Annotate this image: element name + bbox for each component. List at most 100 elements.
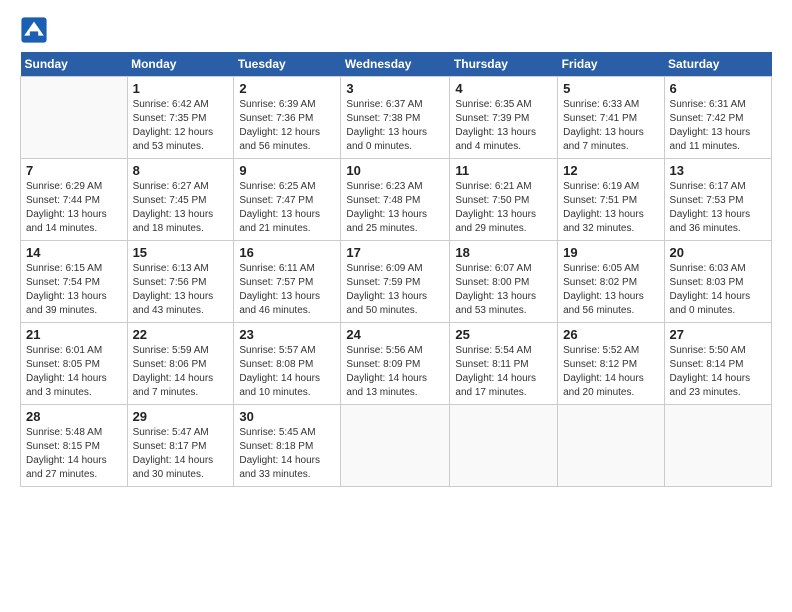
calendar-week-4: 21 Sunrise: 6:01 AM Sunset: 8:05 PM Dayli…: [21, 323, 772, 405]
calendar-cell: 23 Sunrise: 5:57 AM Sunset: 8:08 PM Dayli…: [234, 323, 341, 405]
day-info: Sunrise: 6:17 AM Sunset: 7:53 PM Dayligh…: [670, 180, 766, 236]
day-info: Sunrise: 5:50 AM Sunset: 8:14 PM Dayligh…: [670, 344, 766, 400]
calendar-cell: 4 Sunrise: 6:35 AM Sunset: 7:39 PM Daylig…: [450, 77, 558, 159]
day-info: Sunrise: 6:37 AM Sunset: 7:38 PM Dayligh…: [346, 98, 444, 154]
day-number: 24: [346, 327, 444, 342]
day-number: 21: [26, 327, 122, 342]
calendar-header-sunday: Sunday: [21, 52, 128, 77]
calendar-header-row: SundayMondayTuesdayWednesdayThursdayFrid…: [21, 52, 772, 77]
calendar-cell: 30 Sunrise: 5:45 AM Sunset: 8:18 PM Dayli…: [234, 405, 341, 487]
day-number: 19: [563, 245, 658, 260]
day-number: 9: [239, 163, 335, 178]
calendar-cell: 2 Sunrise: 6:39 AM Sunset: 7:36 PM Daylig…: [234, 77, 341, 159]
calendar-week-3: 14 Sunrise: 6:15 AM Sunset: 7:54 PM Dayli…: [21, 241, 772, 323]
day-info: Sunrise: 6:39 AM Sunset: 7:36 PM Dayligh…: [239, 98, 335, 154]
logo: [20, 16, 52, 44]
day-number: 12: [563, 163, 658, 178]
day-info: Sunrise: 5:48 AM Sunset: 8:15 PM Dayligh…: [26, 426, 122, 482]
calendar-cell: [664, 405, 771, 487]
day-info: Sunrise: 5:57 AM Sunset: 8:08 PM Dayligh…: [239, 344, 335, 400]
calendar-cell: 12Sunrise: 6:19 AM Sunset: 7:51 PM Dayli…: [558, 159, 664, 241]
calendar-cell: 16Sunrise: 6:11 AM Sunset: 7:57 PM Dayli…: [234, 241, 341, 323]
day-info: Sunrise: 6:33 AM Sunset: 7:41 PM Dayligh…: [563, 98, 658, 154]
calendar-header-friday: Friday: [558, 52, 664, 77]
day-info: Sunrise: 6:27 AM Sunset: 7:45 PM Dayligh…: [133, 180, 229, 236]
day-info: Sunrise: 6:42 AM Sunset: 7:35 PM Dayligh…: [133, 98, 229, 154]
calendar-cell: 3 Sunrise: 6:37 AM Sunset: 7:38 PM Daylig…: [341, 77, 450, 159]
calendar-cell: 27 Sunrise: 5:50 AM Sunset: 8:14 PM Dayli…: [664, 323, 771, 405]
calendar-cell: 6Sunrise: 6:31 AM Sunset: 7:42 PM Daylig…: [664, 77, 771, 159]
day-info: Sunrise: 6:25 AM Sunset: 7:47 PM Dayligh…: [239, 180, 335, 236]
day-number: 4: [455, 81, 552, 96]
day-number: 22: [133, 327, 229, 342]
calendar-cell: 19 Sunrise: 6:05 AM Sunset: 8:02 PM Dayli…: [558, 241, 664, 323]
calendar-cell: 13 Sunrise: 6:17 AM Sunset: 7:53 PM Dayli…: [664, 159, 771, 241]
day-number: 3: [346, 81, 444, 96]
day-number: 20: [670, 245, 766, 260]
calendar-cell: 14 Sunrise: 6:15 AM Sunset: 7:54 PM Dayli…: [21, 241, 128, 323]
day-number: 8: [133, 163, 229, 178]
calendar-cell: 28 Sunrise: 5:48 AM Sunset: 8:15 PM Dayli…: [21, 405, 128, 487]
calendar-cell: [558, 405, 664, 487]
day-info: Sunrise: 6:11 AM Sunset: 7:57 PM Dayligh…: [239, 262, 335, 318]
day-number: 13: [670, 163, 766, 178]
day-number: 14: [26, 245, 122, 260]
calendar-cell: 17Sunrise: 6:09 AM Sunset: 7:59 PM Dayli…: [341, 241, 450, 323]
calendar-header-thursday: Thursday: [450, 52, 558, 77]
calendar-cell: [21, 77, 128, 159]
day-info: Sunrise: 6:15 AM Sunset: 7:54 PM Dayligh…: [26, 262, 122, 318]
day-number: 1: [133, 81, 229, 96]
day-number: 27: [670, 327, 766, 342]
day-number: 15: [133, 245, 229, 260]
page: SundayMondayTuesdayWednesdayThursdayFrid…: [0, 0, 792, 497]
day-number: 2: [239, 81, 335, 96]
day-info: Sunrise: 6:03 AM Sunset: 8:03 PM Dayligh…: [670, 262, 766, 318]
day-info: Sunrise: 5:54 AM Sunset: 8:11 PM Dayligh…: [455, 344, 552, 400]
day-info: Sunrise: 6:05 AM Sunset: 8:02 PM Dayligh…: [563, 262, 658, 318]
day-number: 30: [239, 409, 335, 424]
calendar-cell: 21 Sunrise: 6:01 AM Sunset: 8:05 PM Dayli…: [21, 323, 128, 405]
day-info: Sunrise: 6:29 AM Sunset: 7:44 PM Dayligh…: [26, 180, 122, 236]
day-number: 25: [455, 327, 552, 342]
day-number: 5: [563, 81, 658, 96]
calendar-cell: 22 Sunrise: 5:59 AM Sunset: 8:06 PM Dayli…: [127, 323, 234, 405]
calendar-cell: 10 Sunrise: 6:23 AM Sunset: 7:48 PM Dayli…: [341, 159, 450, 241]
day-info: Sunrise: 5:45 AM Sunset: 8:18 PM Dayligh…: [239, 426, 335, 482]
calendar-week-1: 1 Sunrise: 6:42 AM Sunset: 7:35 PM Daylig…: [21, 77, 772, 159]
calendar-cell: 1 Sunrise: 6:42 AM Sunset: 7:35 PM Daylig…: [127, 77, 234, 159]
day-number: 23: [239, 327, 335, 342]
calendar-header-tuesday: Tuesday: [234, 52, 341, 77]
day-number: 28: [26, 409, 122, 424]
day-info: Sunrise: 6:35 AM Sunset: 7:39 PM Dayligh…: [455, 98, 552, 154]
day-number: 26: [563, 327, 658, 342]
day-number: 10: [346, 163, 444, 178]
calendar-header-wednesday: Wednesday: [341, 52, 450, 77]
calendar-cell: 29 Sunrise: 5:47 AM Sunset: 8:17 PM Dayli…: [127, 405, 234, 487]
day-number: 6: [670, 81, 766, 96]
day-info: Sunrise: 6:13 AM Sunset: 7:56 PM Dayligh…: [133, 262, 229, 318]
logo-icon: [20, 16, 48, 44]
day-info: Sunrise: 6:07 AM Sunset: 8:00 PM Dayligh…: [455, 262, 552, 318]
day-info: Sunrise: 6:01 AM Sunset: 8:05 PM Dayligh…: [26, 344, 122, 400]
day-info: Sunrise: 6:23 AM Sunset: 7:48 PM Dayligh…: [346, 180, 444, 236]
calendar-cell: 18 Sunrise: 6:07 AM Sunset: 8:00 PM Dayli…: [450, 241, 558, 323]
calendar-cell: 9 Sunrise: 6:25 AM Sunset: 7:47 PM Daylig…: [234, 159, 341, 241]
day-number: 11: [455, 163, 552, 178]
calendar-cell: 8 Sunrise: 6:27 AM Sunset: 7:45 PM Daylig…: [127, 159, 234, 241]
calendar-cell: 5 Sunrise: 6:33 AM Sunset: 7:41 PM Daylig…: [558, 77, 664, 159]
day-number: 18: [455, 245, 552, 260]
calendar-cell: 25 Sunrise: 5:54 AM Sunset: 8:11 PM Dayli…: [450, 323, 558, 405]
calendar-cell: [341, 405, 450, 487]
day-number: 17: [346, 245, 444, 260]
calendar-cell: 26Sunrise: 5:52 AM Sunset: 8:12 PM Dayli…: [558, 323, 664, 405]
calendar-cell: 20 Sunrise: 6:03 AM Sunset: 8:03 PM Dayli…: [664, 241, 771, 323]
day-number: 29: [133, 409, 229, 424]
calendar-cell: [450, 405, 558, 487]
calendar-cell: 24 Sunrise: 5:56 AM Sunset: 8:09 PM Dayli…: [341, 323, 450, 405]
day-info: Sunrise: 5:59 AM Sunset: 8:06 PM Dayligh…: [133, 344, 229, 400]
day-info: Sunrise: 5:56 AM Sunset: 8:09 PM Dayligh…: [346, 344, 444, 400]
calendar-cell: 11Sunrise: 6:21 AM Sunset: 7:50 PM Dayli…: [450, 159, 558, 241]
header: [20, 16, 772, 44]
calendar-week-2: 7Sunrise: 6:29 AM Sunset: 7:44 PM Daylig…: [21, 159, 772, 241]
day-info: Sunrise: 5:47 AM Sunset: 8:17 PM Dayligh…: [133, 426, 229, 482]
